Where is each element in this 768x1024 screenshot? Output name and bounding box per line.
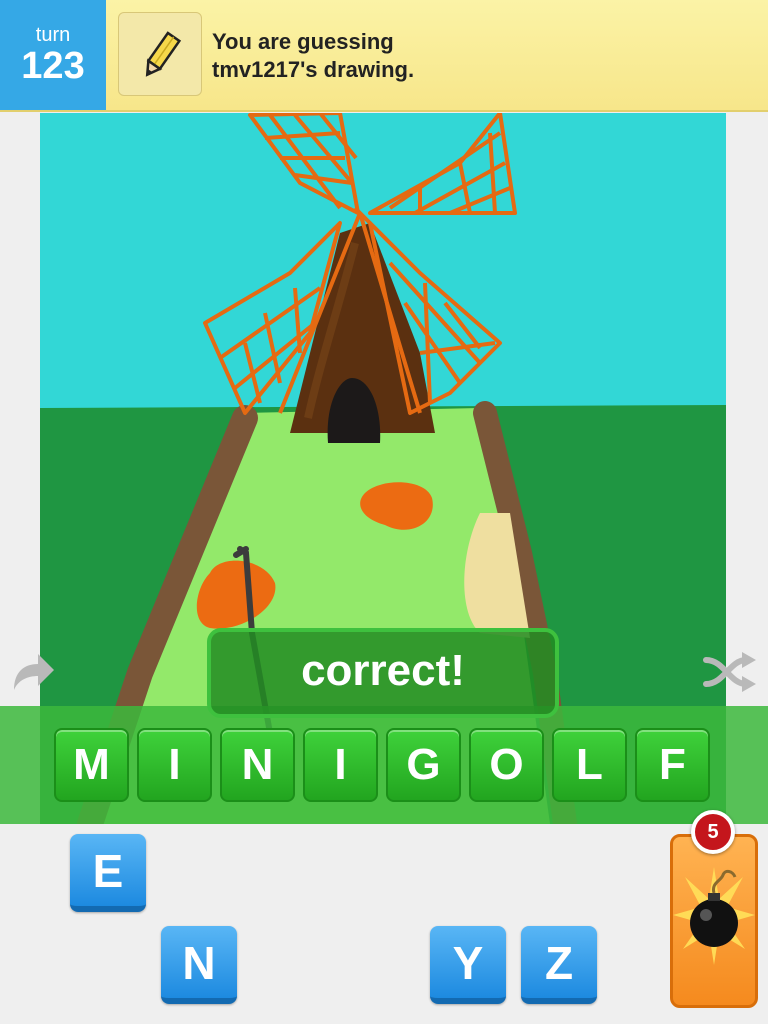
pass-arrow-icon[interactable]	[8, 648, 56, 701]
letter-key-n[interactable]: N	[161, 926, 237, 1004]
answer-tile: M	[54, 728, 129, 802]
answer-tile: G	[386, 728, 461, 802]
answer-tile: I	[303, 728, 378, 802]
answer-tile: O	[469, 728, 544, 802]
turn-label: turn	[35, 24, 71, 46]
answer-tile: N	[220, 728, 295, 802]
correct-message: correct!	[301, 646, 465, 695]
bomb-button[interactable]	[670, 834, 758, 1008]
shuffle-icon[interactable]	[702, 648, 758, 701]
turn-counter: turn 123	[0, 0, 106, 110]
answer-tile: I	[137, 728, 212, 802]
turn-number: 123	[21, 45, 85, 87]
answer-tile: L	[552, 728, 627, 802]
game-header: turn 123 You are guessing tmv1217's draw…	[0, 0, 768, 112]
letter-key-y[interactable]: Y	[430, 926, 506, 1004]
bomb-icon	[673, 867, 755, 965]
status-line-2: tmv1217's drawing.	[212, 57, 415, 82]
pencil-icon	[118, 12, 202, 96]
answer-tiles: M I N I G O L F	[54, 728, 710, 802]
correct-banner: correct!	[207, 628, 559, 718]
answer-tile: F	[635, 728, 710, 802]
guess-status: You are guessing tmv1217's drawing.	[212, 28, 414, 84]
letter-key-z[interactable]: Z	[521, 926, 597, 1004]
letter-key-e[interactable]: E	[70, 834, 146, 912]
status-line-1: You are guessing	[212, 29, 394, 54]
bomb-count-badge: 5	[691, 810, 735, 854]
